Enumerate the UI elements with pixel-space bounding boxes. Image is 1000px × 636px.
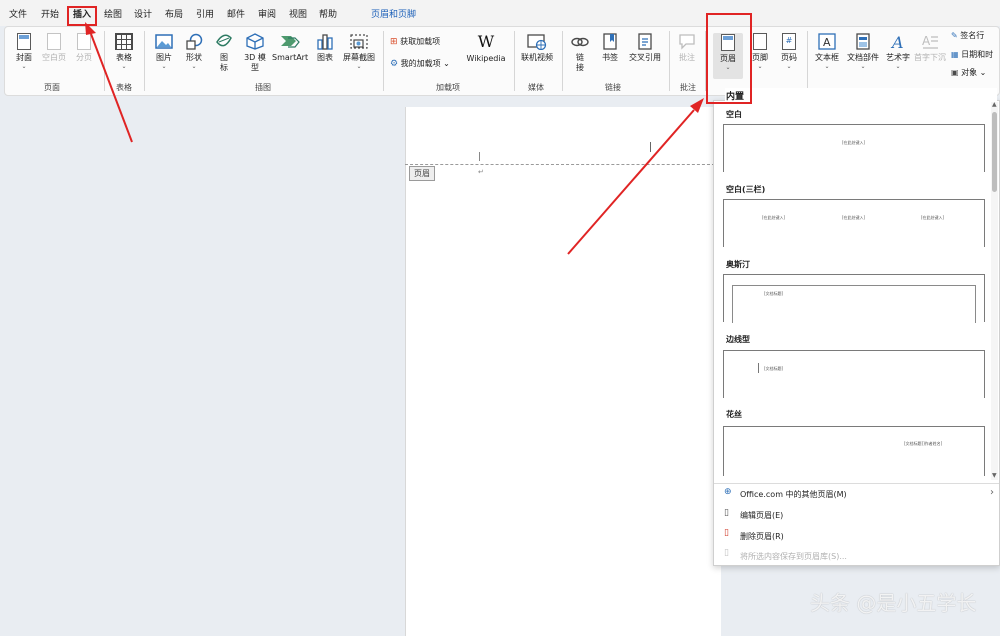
arrow-to-header-button [567, 109, 695, 255]
arrowhead [85, 22, 96, 35]
annotation-arrows [85, 22, 704, 255]
arrow-to-insert-tab [90, 33, 133, 143]
watermark: 头条 @是小五学长 [810, 591, 977, 615]
